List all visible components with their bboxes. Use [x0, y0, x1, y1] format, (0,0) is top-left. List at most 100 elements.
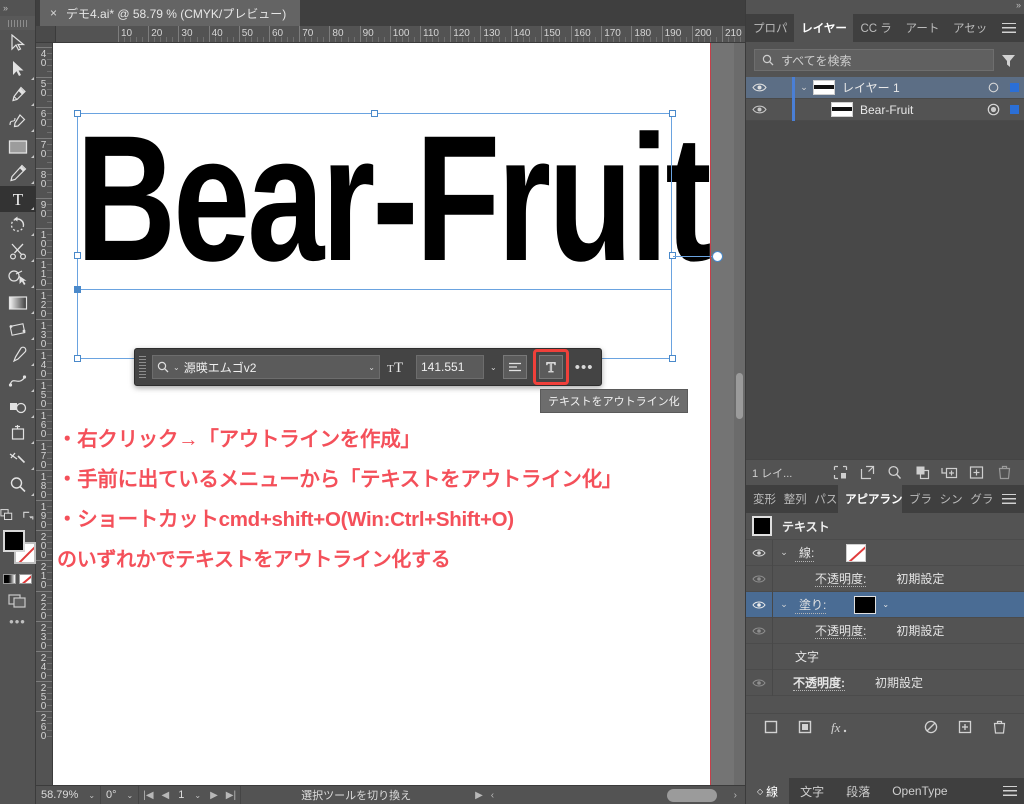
tab-properties[interactable]: プロパ: [746, 14, 794, 42]
appearance-row-fill-opacity[interactable]: 不透明度: 初期設定: [746, 617, 1024, 644]
layer-name[interactable]: Bear-Fruit: [860, 103, 982, 117]
handle-top-center[interactable]: [371, 110, 378, 117]
panel-collapse-button[interactable]: »: [746, 0, 1024, 14]
visibility-icon[interactable]: [746, 626, 772, 636]
opacity-value[interactable]: 初期設定: [896, 570, 944, 587]
scissors-tool[interactable]: [0, 238, 36, 264]
appearance-row-stroke[interactable]: ⌄ 線:: [746, 539, 1024, 566]
type-tool[interactable]: T: [0, 186, 36, 212]
rectangle-tool[interactable]: [0, 134, 36, 160]
stroke-color-swatch[interactable]: [846, 543, 867, 562]
chevron-down-icon[interactable]: ⌄: [773, 599, 795, 610]
layer-name[interactable]: レイヤー 1: [842, 79, 982, 96]
zoom-chevron-icon[interactable]: ⌄: [83, 786, 100, 804]
target-indicator-icon[interactable]: [982, 103, 1004, 116]
prev-artboard-button[interactable]: ◀: [158, 790, 174, 801]
free-transform-tool[interactable]: [0, 316, 36, 342]
chevron-down-icon[interactable]: ⌄: [773, 547, 795, 558]
bottom-panel-menu-icon[interactable]: [995, 778, 1024, 804]
vertical-ruler[interactable]: 40 50 60 70 80 90 100 110 120 130 140 150 160 170 180 1…: [36, 43, 53, 785]
swap-fill-stroke-icon[interactable]: [22, 508, 35, 522]
direct-selection-tool[interactable]: [0, 56, 36, 82]
selection-tool[interactable]: [0, 30, 36, 56]
tab-transform[interactable]: 変形: [746, 485, 777, 513]
layer-row-1[interactable]: ⌄ レイヤー 1: [746, 76, 1024, 99]
appearance-row-stroke-opacity[interactable]: 不透明度: 初期設定: [746, 565, 1024, 592]
fill-color-swatch[interactable]: [854, 595, 877, 614]
filter-icon[interactable]: [1001, 53, 1016, 68]
layer-row-2[interactable]: Bear-Fruit: [746, 98, 1024, 121]
chevron-down-icon[interactable]: ⌄: [795, 82, 813, 93]
selection-indicator[interactable]: [1004, 83, 1024, 92]
eyedropper-tool[interactable]: [0, 342, 36, 368]
visibility-icon[interactable]: [746, 678, 772, 688]
status-menu-button[interactable]: ▶: [471, 790, 487, 801]
delete-layer-icon[interactable]: [991, 465, 1018, 480]
delete-item-icon[interactable]: [982, 720, 1016, 734]
tab-appearance[interactable]: アピアランス: [838, 485, 902, 513]
opacity-value[interactable]: 初期設定: [896, 622, 944, 639]
zoom-tool[interactable]: [0, 472, 36, 498]
add-effect-icon[interactable]: fx: [822, 720, 856, 734]
screen-mode-icon[interactable]: [7, 592, 28, 608]
appearance-row-characters[interactable]: 文字: [746, 643, 1024, 670]
collect-in-new-layer-icon[interactable]: [908, 465, 935, 480]
handle-bottom-left[interactable]: [74, 355, 81, 362]
font-search-chevron-icon[interactable]: ⌄: [173, 363, 180, 372]
gradient-tool[interactable]: [0, 290, 36, 316]
rotate-tool[interactable]: [0, 212, 36, 238]
close-icon[interactable]: ×: [50, 6, 57, 20]
artboard-chevron-icon[interactable]: ⌄: [189, 786, 206, 804]
horizontal-ruler[interactable]: 10 20 30 40 50 60 70 80 90 100 110 120 130 140 150 160 1…: [36, 26, 745, 43]
change-screen-mode-icon[interactable]: [0, 508, 14, 522]
tab-character[interactable]: 文字: [789, 778, 835, 804]
visibility-icon[interactable]: [746, 600, 772, 610]
rotation-field[interactable]: 0°: [101, 786, 122, 804]
scrollbar-thumb[interactable]: [736, 373, 743, 419]
tab-brushes[interactable]: ブラ: [902, 485, 933, 513]
panel-menu-icon[interactable]: [994, 14, 1024, 42]
create-outlines-button[interactable]: T: [532, 349, 569, 385]
canvas-area[interactable]: Bear-Fruit: [53, 43, 745, 785]
handle-bottom-right[interactable]: [669, 355, 676, 362]
document-tab[interactable]: × デモ4.ai* @ 58.79 % (CMYK/プレビュー): [40, 0, 301, 26]
layers-empty-area[interactable]: [746, 121, 1024, 459]
ruler-origin-box[interactable]: [36, 26, 56, 42]
new-layer-icon[interactable]: [963, 465, 990, 480]
tab-layers[interactable]: レイヤー: [794, 14, 854, 42]
canvas-vertical-scrollbar[interactable]: [734, 43, 745, 785]
artboard[interactable]: Bear-Fruit: [53, 43, 723, 785]
selection-bounding-box[interactable]: [77, 113, 672, 359]
symbol-sprayer-tool[interactable]: [0, 394, 36, 420]
clear-appearance-icon[interactable]: [914, 720, 948, 734]
hscroll-left-arrow[interactable]: ‹: [487, 790, 498, 801]
release-to-layers-icon[interactable]: [854, 465, 881, 480]
appearance-panel-menu-icon[interactable]: [994, 485, 1024, 513]
appearance-row-object-opacity[interactable]: 不透明度: 初期設定: [746, 669, 1024, 696]
tab-cc-libraries[interactable]: CC ラ: [853, 14, 898, 42]
visibility-icon[interactable]: [746, 548, 772, 558]
rotation-chevron-icon[interactable]: ⌄: [122, 786, 139, 804]
tools-drag-grip[interactable]: [0, 16, 35, 30]
fill-stroke-swatches[interactable]: [0, 526, 36, 572]
handle-top-left[interactable]: [74, 110, 81, 117]
gradient-swatch-button[interactable]: [3, 574, 16, 584]
fill-swatch[interactable]: [3, 530, 25, 552]
first-artboard-button[interactable]: |◀: [139, 790, 157, 801]
opacity-value[interactable]: 初期設定: [875, 674, 923, 691]
blend-tool[interactable]: [0, 368, 36, 394]
contextual-text-toolbar[interactable]: ⌄ 源暎エムゴv2 ⌄ TT 141.551 ⌄ T •••: [134, 348, 603, 386]
add-new-fill-icon[interactable]: [788, 720, 822, 734]
none-swatch-button[interactable]: [19, 574, 32, 584]
toolbar-drag-handle[interactable]: [139, 356, 146, 378]
handle-top-right[interactable]: [669, 110, 676, 117]
tab-stroke[interactable]: ◇ 線: [746, 778, 790, 804]
tab-opentype[interactable]: OpenType: [881, 778, 958, 804]
duplicate-item-icon[interactable]: [948, 720, 982, 734]
paragraph-align-icon[interactable]: [502, 355, 527, 379]
curvature-tool[interactable]: [0, 108, 36, 134]
font-family-chevron-icon[interactable]: ⌄: [368, 363, 375, 372]
tab-assets[interactable]: アセッ: [946, 14, 994, 42]
find-icon[interactable]: [881, 465, 908, 480]
last-artboard-button[interactable]: ▶|: [222, 790, 240, 801]
